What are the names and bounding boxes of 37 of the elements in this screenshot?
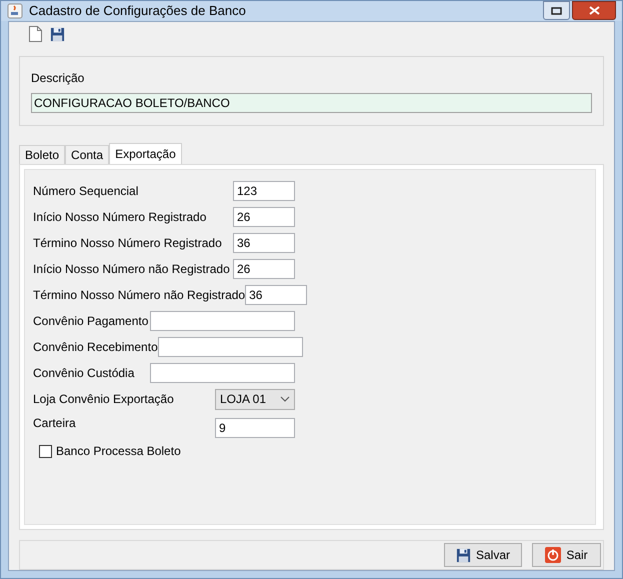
text-field[interactable] — [150, 363, 295, 383]
field-label: Convênio Custódia — [33, 365, 134, 382]
restore-icon — [551, 6, 562, 14]
description-label: Descrição — [31, 70, 86, 87]
field-label: Término Nosso Número Registrado — [33, 235, 222, 252]
save-button[interactable]: Salvar — [444, 543, 522, 567]
restore-button[interactable] — [543, 1, 570, 20]
chevron-down-icon — [280, 396, 290, 402]
field-label: Loja Convênio Exportação — [33, 391, 174, 408]
text-field[interactable]: 9 — [215, 418, 295, 438]
window-title: Cadastro de Configurações de Banco — [29, 2, 246, 20]
description-field[interactable]: CONFIGURACAO BOLETO/BANCO — [31, 93, 592, 113]
field-label: Convênio Recebimento — [33, 339, 158, 356]
field-label: Convênio Pagamento — [33, 313, 148, 330]
field-label: Carteira — [33, 415, 76, 432]
close-button[interactable] — [572, 1, 616, 20]
text-field[interactable]: 26 — [233, 259, 295, 279]
checkbox-label: Banco Processa Boleto — [56, 443, 181, 460]
text-field[interactable]: 26 — [233, 207, 295, 227]
text-field[interactable]: 36 — [233, 233, 295, 253]
close-icon — [588, 6, 600, 15]
power-icon — [545, 547, 562, 563]
field-label: Início Nosso Número Registrado — [33, 209, 206, 226]
tab[interactable]: Boleto — [19, 145, 66, 164]
field-label: Término Nosso Número não Registrado — [33, 287, 246, 304]
field-label: Início Nosso Número não Registrado — [33, 261, 230, 278]
text-field[interactable]: 36 — [245, 285, 308, 305]
store-dropdown[interactable]: LOJA 01 — [215, 388, 295, 410]
tab[interactable]: Conta — [65, 145, 110, 164]
text-field[interactable] — [150, 311, 295, 331]
checkbox[interactable] — [39, 444, 52, 458]
new-document-icon[interactable] — [29, 26, 42, 42]
text-field[interactable]: 123 — [233, 181, 295, 201]
tab[interactable]: Exportação — [109, 143, 182, 164]
field-label: Número Sequencial — [33, 183, 138, 200]
exit-button[interactable]: Sair — [532, 543, 601, 567]
text-field[interactable] — [158, 337, 303, 357]
